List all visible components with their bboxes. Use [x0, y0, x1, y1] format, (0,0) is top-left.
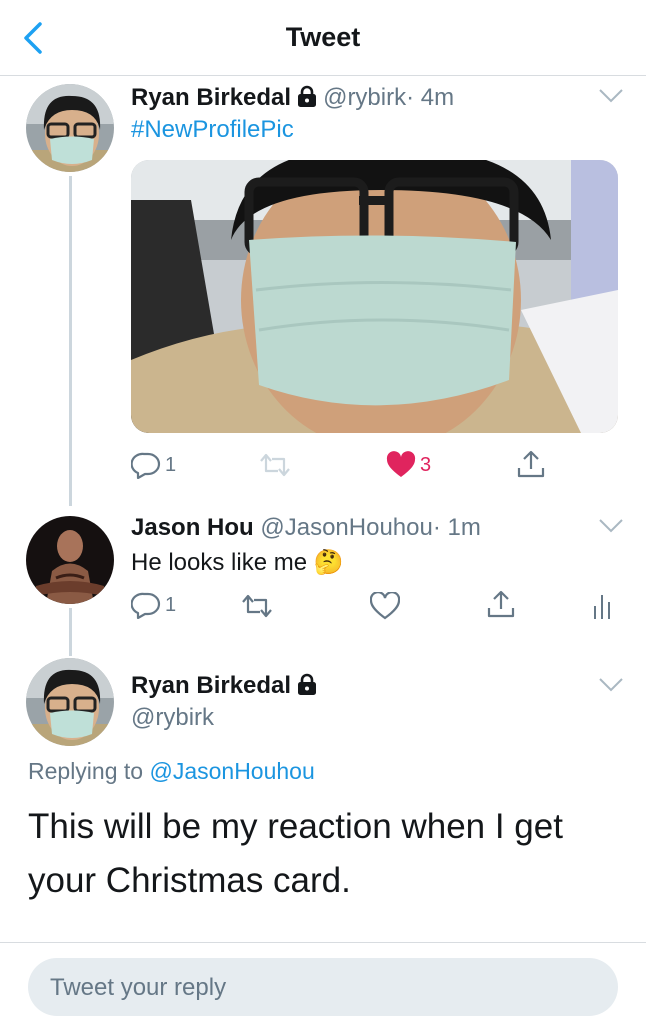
avatar[interactable]	[26, 516, 114, 604]
chevron-down-icon[interactable]	[598, 88, 624, 104]
display-name[interactable]: Ryan Birkedal	[131, 84, 291, 111]
avatar[interactable]	[26, 84, 114, 172]
mention-link[interactable]: @JasonHouhou	[149, 758, 314, 784]
tweet-text: He looks like me 🤔	[131, 548, 344, 577]
timestamp: · 4m	[406, 84, 455, 111]
like-count: 3	[420, 453, 432, 476]
analytics-button[interactable]	[592, 592, 612, 620]
tweet-header: Ryan Birkedal	[131, 672, 323, 700]
display-name[interactable]: Ryan Birkedal	[131, 672, 291, 699]
top-nav-bar: Tweet	[0, 0, 646, 76]
reply-count: 1	[165, 453, 177, 476]
analytics-icon	[594, 595, 610, 619]
share-icon	[517, 450, 545, 478]
page-title: Tweet	[285, 22, 361, 52]
hashtag-link[interactable]: #NewProfilePic	[131, 116, 294, 144]
chevron-down-icon[interactable]	[598, 518, 624, 534]
lock-icon	[298, 85, 317, 107]
reply-button[interactable]: 1	[131, 591, 176, 619]
heart-icon	[386, 451, 416, 477]
reply-icon	[131, 452, 161, 479]
avatar[interactable]	[26, 658, 114, 746]
retweet-button[interactable]	[258, 452, 292, 478]
retweet-icon	[260, 453, 290, 477]
heart-outline-icon	[370, 592, 400, 620]
display-name[interactable]: Jason Hou	[131, 514, 254, 541]
reply-input[interactable]: Tweet your reply	[28, 958, 618, 1016]
lock-icon	[298, 673, 317, 695]
thinking-face-emoji: 🤔	[313, 549, 344, 576]
share-button[interactable]	[517, 449, 545, 479]
share-icon	[487, 590, 515, 618]
tweet-text: This will be my reaction when I get your…	[28, 807, 563, 900]
username[interactable]: @rybirk	[323, 84, 406, 111]
replying-to-label: Replying to	[28, 758, 144, 784]
timestamp: · 1m	[432, 514, 481, 541]
like-button[interactable]: 3	[386, 451, 431, 479]
tweet-header: Ryan Birkedal @rybirk· 4m	[131, 84, 454, 112]
divider	[0, 942, 646, 943]
username[interactable]: @JasonHouhou	[260, 514, 432, 541]
tweet-photo[interactable]	[131, 160, 618, 433]
reply-count: 1	[165, 593, 177, 616]
reply-icon	[131, 592, 161, 619]
thread-line	[69, 176, 72, 506]
retweet-button[interactable]	[240, 593, 274, 619]
like-button[interactable]	[370, 592, 400, 620]
thread-line	[69, 608, 72, 656]
share-button[interactable]	[487, 589, 515, 619]
tweet-text-body: He looks like me	[131, 549, 308, 576]
chevron-down-icon[interactable]	[598, 677, 624, 693]
reply-button[interactable]: 1	[131, 451, 176, 479]
replying-to-line: Replying to @JasonHouhou	[28, 758, 315, 785]
reply-placeholder: Tweet your reply	[50, 974, 227, 1001]
retweet-icon	[242, 594, 272, 618]
tweet-header: Jason Hou @JasonHouhou· 1m	[131, 514, 481, 542]
username[interactable]: @rybirk	[131, 704, 214, 732]
